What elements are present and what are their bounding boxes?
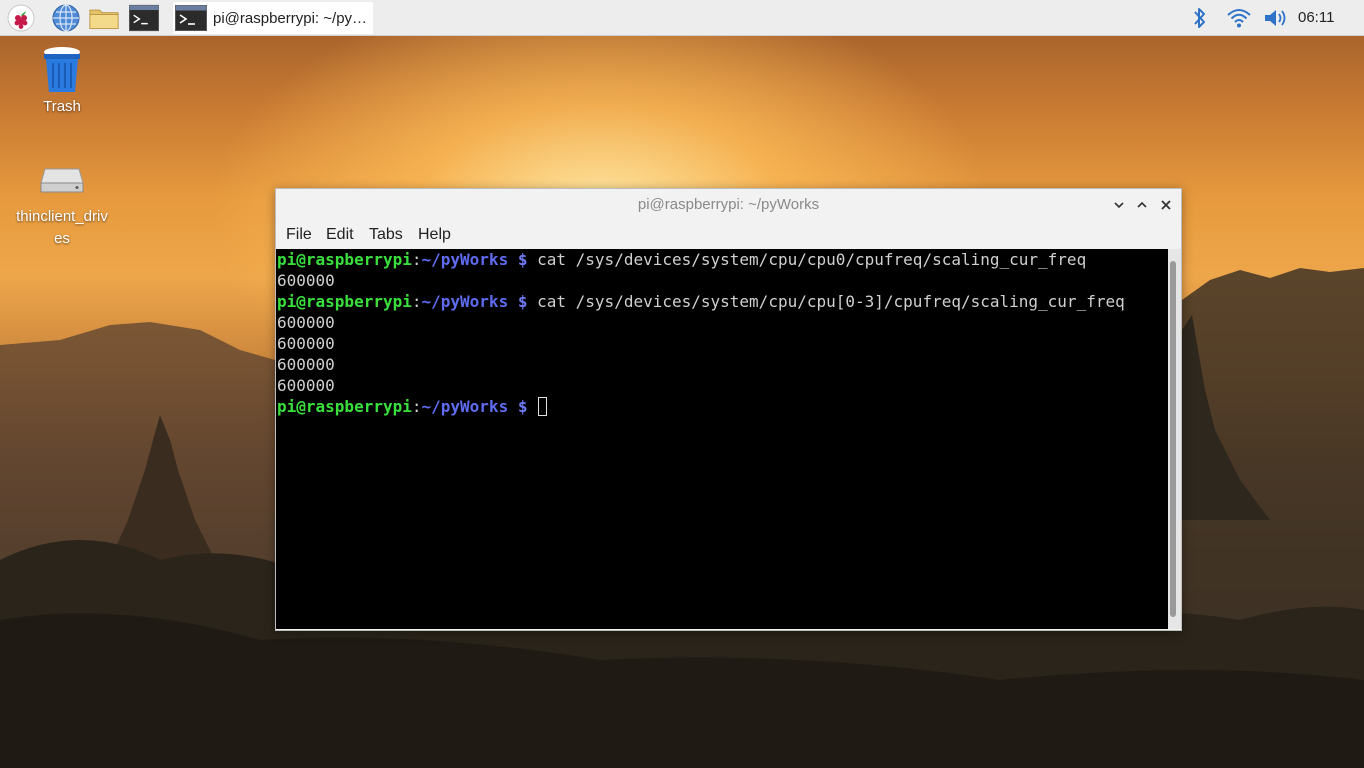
terminal-command-line: pi@raspberrypi:~/pyWorks $ cat /sys/devi… (276, 249, 1168, 270)
text-cursor (538, 397, 548, 416)
maximize-icon[interactable] (1132, 195, 1152, 215)
prompt-path: ~/pyWorks (421, 292, 509, 311)
clock[interactable]: 06:11 (1298, 0, 1334, 36)
terminal-command-line: pi@raspberrypi:~/pyWorks $ (276, 396, 1168, 417)
desktop-icon-trash[interactable]: Trash (7, 44, 117, 115)
top-panel: pi@raspberrypi: ~/py… 06:11 (0, 0, 1364, 36)
drive-icon (7, 160, 117, 200)
prompt-dollar: $ (517, 250, 528, 269)
menu-tabs[interactable]: Tabs (367, 221, 405, 249)
command-text: cat /sys/devices/system/cpu/cpu0/cpufreq… (537, 250, 1087, 269)
desktop-icon-label: Trash (43, 98, 81, 115)
window-title: pi@raspberrypi: ~/pyWorks (637, 196, 820, 213)
taskbar-window-title: pi@raspberrypi: ~/py… (213, 9, 368, 27)
terminal-command-line: pi@raspberrypi:~/pyWorks $ cat /sys/devi… (276, 291, 1168, 312)
prompt-path: ~/pyWorks (421, 397, 509, 416)
bluetooth-icon[interactable] (1188, 4, 1212, 32)
output-text: 600000 (277, 334, 335, 353)
wifi-icon[interactable] (1224, 4, 1254, 32)
menu-edit[interactable]: Edit (324, 221, 356, 249)
web-browser-icon[interactable] (51, 3, 81, 33)
minimize-icon[interactable] (1109, 195, 1129, 215)
window-titlebar[interactable]: pi@raspberrypi: ~/pyWorks (276, 189, 1181, 221)
prompt-user-host: pi@raspberrypi (277, 250, 412, 269)
menu-help[interactable]: Help (416, 221, 453, 249)
output-text: 600000 (277, 355, 335, 374)
terminal-output[interactable]: pi@raspberrypi:~/pyWorks $ cat /sys/devi… (276, 249, 1168, 629)
menu-file[interactable]: File (284, 221, 314, 249)
prompt-user-host: pi@raspberrypi (277, 397, 412, 416)
raspberry-menu-icon[interactable] (6, 3, 36, 33)
output-text: 600000 (277, 376, 335, 395)
menu-bar: File Edit Tabs Help (276, 221, 1181, 249)
close-icon[interactable] (1156, 195, 1176, 215)
command-text: cat /sys/devices/system/cpu/cpu[0-3]/cpu… (537, 292, 1125, 311)
terminal-output-line: 600000 (276, 270, 1168, 291)
terminal-icon (175, 5, 207, 31)
prompt-dollar: $ (517, 397, 528, 416)
prompt-path: ~/pyWorks (421, 250, 509, 269)
terminal-scrollbar[interactable] (1168, 249, 1181, 629)
prompt-separator: : (411, 250, 422, 269)
output-text: 600000 (277, 313, 335, 332)
prompt-separator: : (411, 292, 422, 311)
prompt-separator: : (411, 397, 422, 416)
prompt-dollar: $ (517, 292, 528, 311)
desktop-icon-label: thinclient_driv es (16, 208, 108, 247)
scrollbar-thumb[interactable] (1170, 261, 1176, 617)
taskbar-terminal-button[interactable]: pi@raspberrypi: ~/py… (173, 2, 373, 34)
output-text: 600000 (277, 271, 335, 290)
terminal-icon[interactable] (129, 3, 159, 33)
terminal-output-line: 600000 (276, 312, 1168, 333)
file-manager-icon[interactable] (89, 3, 119, 33)
prompt-user-host: pi@raspberrypi (277, 292, 412, 311)
trash-icon (7, 44, 117, 94)
terminal-output-line: 600000 (276, 354, 1168, 375)
terminal-output-line: 600000 (276, 375, 1168, 396)
volume-icon[interactable] (1262, 4, 1290, 32)
terminal-window[interactable]: pi@raspberrypi: ~/pyWorks File Edit Tabs… (275, 188, 1182, 631)
terminal-output-line: 600000 (276, 333, 1168, 354)
desktop-icon-thinclient-drives[interactable]: thinclient_driv es (7, 160, 117, 250)
